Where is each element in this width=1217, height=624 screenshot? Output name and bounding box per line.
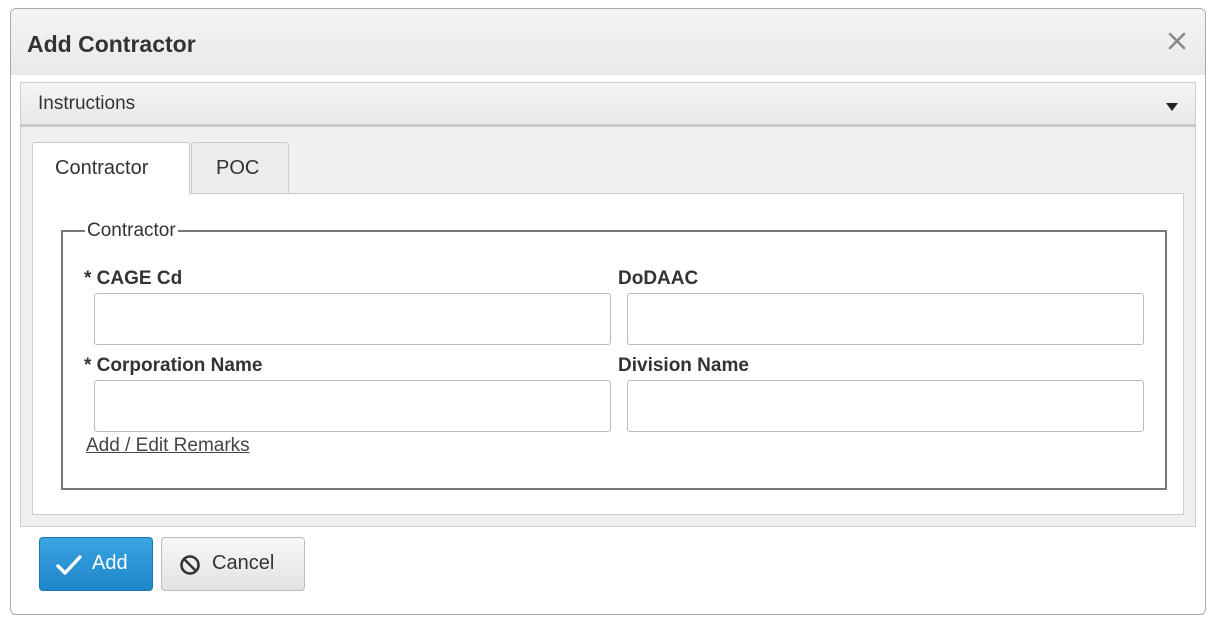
corporation-name-input[interactable]: [94, 380, 611, 432]
dialog-title-bar: Add Contractor: [11, 9, 1205, 75]
add-contractor-dialog: Add Contractor Instructions Contractor P…: [10, 8, 1206, 615]
checkmark-icon: [56, 554, 82, 582]
cancel-button[interactable]: Cancel: [161, 537, 305, 591]
tab-contractor[interactable]: Contractor: [32, 142, 190, 195]
dialog-body: Instructions Contractor POC Contractor *…: [20, 82, 1196, 527]
dialog-title: Add Contractor: [27, 31, 196, 57]
division-name-label: Division Name: [618, 355, 749, 376]
caret-down-icon[interactable]: [1165, 99, 1179, 117]
instructions-panel-header[interactable]: Instructions: [21, 83, 1195, 127]
cage-cd-input[interactable]: [94, 293, 611, 345]
instructions-label: Instructions: [38, 93, 136, 114]
contractor-tab-panel: Contractor * CAGE Cd DoDAAC * Corporatio…: [32, 193, 1184, 515]
cage-cd-label: * CAGE Cd: [84, 268, 183, 289]
add-edit-remarks-link[interactable]: Add / Edit Remarks: [86, 435, 250, 457]
corporation-name-label: * Corporation Name: [84, 355, 263, 376]
dodaac-input[interactable]: [627, 293, 1144, 345]
add-button-label: Add: [92, 552, 128, 574]
contractor-fieldset-legend: Contractor: [87, 220, 176, 241]
tab-poc-label: POC: [216, 157, 260, 179]
contractor-fieldset: Contractor * CAGE Cd DoDAAC * Corporatio…: [61, 220, 1167, 490]
dodaac-label: DoDAAC: [618, 268, 699, 289]
cancel-button-label: Cancel: [212, 552, 275, 574]
add-button[interactable]: Add: [39, 537, 153, 591]
prohibited-icon: [179, 554, 201, 582]
division-name-input[interactable]: [627, 380, 1144, 432]
tab-contractor-label: Contractor: [55, 157, 149, 179]
close-icon[interactable]: [1165, 29, 1189, 53]
tab-poc[interactable]: POC: [191, 142, 289, 194]
